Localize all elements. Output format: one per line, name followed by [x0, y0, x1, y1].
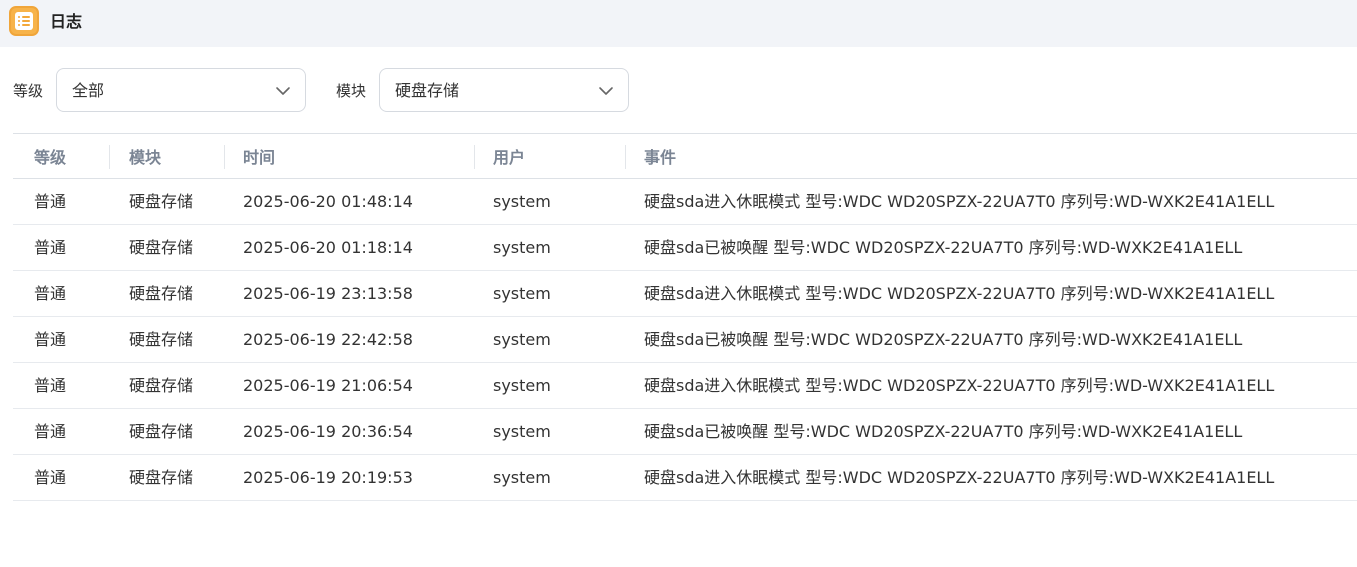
cell-module: 硬盘存储: [129, 330, 194, 349]
table-row[interactable]: 普通 硬盘存储 2025-06-19 20:19:53 system 硬盘sda…: [13, 455, 1357, 501]
cell-module: 硬盘存储: [129, 376, 194, 395]
log-list-icon: [9, 6, 39, 36]
cell-module: 硬盘存储: [129, 238, 194, 257]
cell-user: system: [493, 284, 551, 303]
cell-user: system: [493, 238, 551, 257]
level-filter-label: 等级: [13, 82, 44, 100]
cell-time: 2025-06-19 20:19:53: [243, 468, 413, 487]
cell-level: 普通: [34, 192, 67, 211]
column-divider: [625, 145, 626, 169]
cell-module: 硬盘存储: [129, 468, 194, 487]
cell-time: 2025-06-20 01:18:14: [243, 238, 413, 257]
cell-level: 普通: [34, 422, 67, 441]
cell-event: 硬盘sda进入休眠模式 型号:WDC WD20SPZX-22UA7T0 序列号:…: [644, 376, 1275, 395]
table-row[interactable]: 普通 硬盘存储 2025-06-19 20:36:54 system 硬盘sda…: [13, 409, 1357, 455]
cell-time: 2025-06-19 20:36:54: [243, 422, 413, 441]
table-row[interactable]: 普通 硬盘存储 2025-06-19 22:42:58 system 硬盘sda…: [13, 317, 1357, 363]
module-select-value: 硬盘存储: [395, 81, 460, 100]
column-header-module[interactable]: 模块: [129, 147, 161, 169]
cell-user: system: [493, 330, 551, 349]
column-divider: [224, 145, 225, 169]
cell-user: system: [493, 192, 551, 211]
cell-level: 普通: [34, 376, 67, 395]
chevron-down-icon: [276, 87, 290, 95]
cell-level: 普通: [34, 284, 67, 303]
cell-time: 2025-06-19 22:42:58: [243, 330, 413, 349]
cell-time: 2025-06-19 21:06:54: [243, 376, 413, 395]
column-header-event[interactable]: 事件: [644, 147, 676, 169]
cell-level: 普通: [34, 468, 67, 487]
cell-module: 硬盘存储: [129, 422, 194, 441]
cell-event: 硬盘sda已被唤醒 型号:WDC WD20SPZX-22UA7T0 序列号:WD…: [644, 330, 1243, 349]
cell-user: system: [493, 376, 551, 395]
level-select[interactable]: 全部: [56, 68, 306, 112]
column-header-user[interactable]: 用户: [493, 147, 525, 169]
column-divider: [474, 145, 475, 169]
cell-event: 硬盘sda进入休眠模式 型号:WDC WD20SPZX-22UA7T0 序列号:…: [644, 284, 1275, 303]
column-header-time[interactable]: 时间: [243, 147, 275, 169]
column-divider: [109, 145, 110, 169]
table-row[interactable]: 普通 硬盘存储 2025-06-19 21:06:54 system 硬盘sda…: [13, 363, 1357, 409]
module-filter-label: 模块: [336, 82, 367, 100]
cell-time: 2025-06-19 23:13:58: [243, 284, 413, 303]
cell-user: system: [493, 422, 551, 441]
table-row[interactable]: 普通 硬盘存储 2025-06-20 01:48:14 system 硬盘sda…: [13, 179, 1357, 225]
title-bar: 日志: [0, 0, 1357, 47]
cell-event: 硬盘sda进入休眠模式 型号:WDC WD20SPZX-22UA7T0 序列号:…: [644, 468, 1275, 487]
table-header: 等级 模块 时间 用户 事件: [13, 133, 1357, 179]
level-select-value: 全部: [72, 81, 105, 100]
table-row[interactable]: 普通 硬盘存储 2025-06-19 23:13:58 system 硬盘sda…: [13, 271, 1357, 317]
chevron-down-icon: [599, 87, 613, 95]
column-header-level[interactable]: 等级: [34, 147, 66, 169]
cell-event: 硬盘sda进入休眠模式 型号:WDC WD20SPZX-22UA7T0 序列号:…: [644, 192, 1275, 211]
cell-module: 硬盘存储: [129, 192, 194, 211]
log-table: 等级 模块 时间 用户 事件 普通 硬盘存储 2025-06-20 01:48:…: [13, 133, 1357, 501]
table-row[interactable]: 普通 硬盘存储 2025-06-20 01:18:14 system 硬盘sda…: [13, 225, 1357, 271]
cell-event: 硬盘sda已被唤醒 型号:WDC WD20SPZX-22UA7T0 序列号:WD…: [644, 238, 1243, 257]
page-title: 日志: [50, 12, 83, 31]
cell-level: 普通: [34, 330, 67, 349]
cell-event: 硬盘sda已被唤醒 型号:WDC WD20SPZX-22UA7T0 序列号:WD…: [644, 422, 1243, 441]
cell-time: 2025-06-20 01:48:14: [243, 192, 413, 211]
cell-level: 普通: [34, 238, 67, 257]
module-select[interactable]: 硬盘存储: [379, 68, 629, 112]
cell-user: system: [493, 468, 551, 487]
cell-module: 硬盘存储: [129, 284, 194, 303]
